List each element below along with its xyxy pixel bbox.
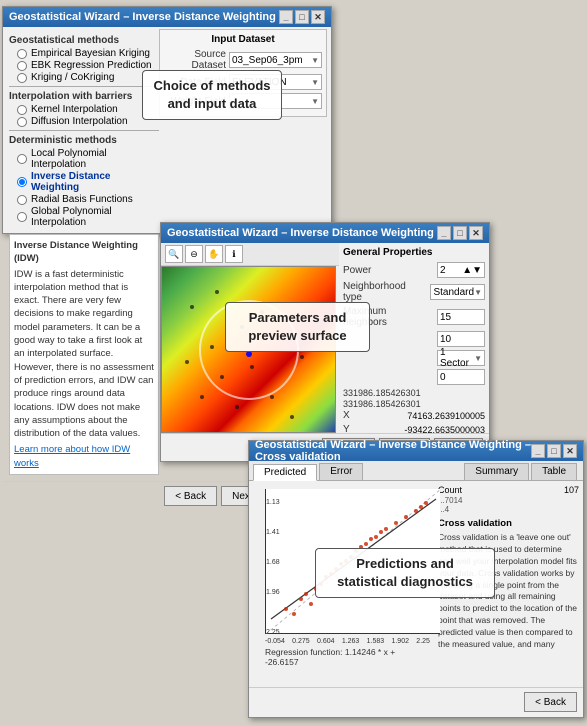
interpolation-barriers-label: Interpolation with barriers [9,91,159,102]
radio-kernel[interactable]: Kernel Interpolation [17,104,159,115]
field2-row: 0 [343,369,485,385]
power-row: Power 2 ▲▼ [343,262,485,278]
geostatistical-group: Empirical Bayesian Kriging EBK Regressio… [17,48,159,83]
count-value: 107 [564,485,579,495]
radio-ebk[interactable]: Empirical Bayesian Kriging [17,48,159,59]
tab-table[interactable]: Table [531,463,577,480]
sector-input[interactable]: 1 Sector ▼ [437,350,485,366]
win2-maximize[interactable]: □ [453,226,467,240]
radio-radial[interactable]: Radial Basis Functions [17,194,159,205]
x-label: X [343,410,403,421]
callout-params: Parameters and preview surface [225,302,370,352]
win1-close[interactable]: ✕ [311,10,325,24]
win2-minimize[interactable]: _ [437,226,451,240]
win3-title: Geostatistical Wizard – Inverse Distance… [255,439,531,463]
count-row: Count 107 [438,485,579,495]
win1-title: Geostatistical Wizard – Inverse Distance… [9,11,276,23]
radio-local-poly[interactable]: Local Polynomial Interpolation [17,148,159,170]
count-label: Count [438,485,462,495]
x-value: 74163.2639100005 [407,411,485,421]
neighborhood-dropdown-arrow: ▼ [474,288,482,297]
input-dataset-title: Input Dataset [164,34,322,45]
weight-field-dropdown-arrow: ▼ [311,97,319,106]
svg-text:1.68: 1.68 [266,559,280,566]
win1-minimize[interactable]: _ [279,10,293,24]
radio-kriging[interactable]: Kriging / CoKriging [17,72,159,83]
idw-desc-text: IDW is a fast deterministic interpolatio… [14,268,154,441]
power-input[interactable]: 2 ▲▼ [437,262,485,278]
field2-input[interactable]: 0 [437,369,485,385]
win1-buttons: _ □ ✕ [279,10,325,24]
data-field-dropdown-arrow: ▼ [311,78,319,87]
deterministic-label: Deterministic methods [9,135,159,146]
svg-text:1.41: 1.41 [266,529,280,536]
source-dataset-row: Source Dataset 03_Sep06_3pm ▼ [164,49,322,71]
win3-close[interactable]: ✕ [563,444,577,458]
deterministic-group: Local Polynomial Interpolation Inverse D… [17,148,159,228]
win1-maximize[interactable]: □ [295,10,309,24]
callout3-text: Predictions and statistical diagnostics [337,556,473,589]
neighborhood-label: Neighborhood type [343,281,426,303]
count-note: ...7014 ...4 [438,496,579,514]
source-dataset-dropdown-arrow: ▼ [311,56,319,65]
radio-diffusion[interactable]: Diffusion Interpolation [17,116,159,127]
win2-title: Geostatistical Wizard – Inverse Distance… [167,227,434,239]
props-title: General Properties [343,247,485,258]
interpolation-barriers-group: Kernel Interpolation Diffusion Interpola… [17,104,159,127]
neighborhood-row: Neighborhood type Standard ▼ [343,281,485,303]
cross-validation-title: Cross validation [438,518,579,529]
svg-text:1.96: 1.96 [266,589,280,596]
win3-buttons: _ □ ✕ [531,444,577,458]
tab-predicted[interactable]: Predicted [253,464,317,481]
svg-text:2.25: 2.25 [266,629,280,634]
win2-buttons: _ □ ✕ [437,226,483,240]
geostatistical-label: Geostatistical methods [9,35,159,46]
sector-dropdown-arrow: ▼ [474,354,482,363]
radio-global-poly[interactable]: Global Polynomial Interpolation [17,206,159,228]
win3-top-tabs: Predicted Error Summary Table [249,461,583,481]
svg-text:1.13: 1.13 [266,499,280,506]
win3-back-button[interactable]: < Back [524,692,577,712]
field1-input[interactable]: 10 [437,331,485,347]
y-label: Y [343,424,400,433]
coord2: 331986.185426301 [343,399,485,409]
y-value: -93422.6635000003 [404,425,485,434]
source-dataset-input[interactable]: 03_Sep06_3pm ▼ [229,52,322,68]
callout1-text: Choice of methods and input data [153,78,270,111]
idw-description: Inverse Distance Weighting (IDW) IDW is … [9,234,159,475]
sector-row: 1 Sector ▼ [343,350,485,366]
win3-footer: < Back [249,687,583,716]
neighborhood-input[interactable]: Standard ▼ [430,284,485,300]
callout2-text: Parameters and preview surface [248,310,346,343]
max-neighbors-input[interactable]: 15 [437,309,485,325]
x-row: X 74163.2639100005 [343,410,485,421]
win3-maximize[interactable]: □ [547,444,561,458]
callout-predictions: Predictions and statistical diagnostics [315,548,495,598]
win3-titlebar: Geostatistical Wizard – Inverse Distance… [249,441,583,461]
callout-methods: Choice of methods and input data [142,70,282,120]
idw-desc-title: Inverse Distance Weighting (IDW) [14,239,154,266]
tab-summary[interactable]: Summary [464,463,529,480]
coord1: 331986.185426301 [343,388,485,398]
radio-ebk-regression[interactable]: EBK Regression Prediction [17,60,159,71]
source-dataset-label: Source Dataset [164,49,226,71]
map-toolbar: 🔍 ⊖ ✋ ℹ [161,243,339,266]
win2-titlebar: Geostatistical Wizard – Inverse Distance… [161,223,489,243]
zoom-in-icon[interactable]: 🔍 [165,245,183,263]
win1-titlebar: Geostatistical Wizard – Inverse Distance… [3,7,331,27]
power-label: Power [343,265,433,276]
regression-text: Regression function: 1.14246 * x + -26.6… [265,647,430,667]
identify-icon[interactable]: ℹ [225,245,243,263]
radio-idw[interactable]: Inverse Distance Weighting [17,171,159,193]
y-row: Y -93422.6635000003 [343,424,485,433]
win3-minimize[interactable]: _ [531,444,545,458]
zoom-out-icon[interactable]: ⊖ [185,245,203,263]
x-ticks: -0.054 0.275 0.604 1.263 1.583 1.902 2.2… [265,638,430,645]
idw-learn-more-link[interactable]: Learn more about how IDW works [14,444,130,468]
win2-close[interactable]: ✕ [469,226,483,240]
pan-icon[interactable]: ✋ [205,245,223,263]
win1-back-button[interactable]: < Back [164,486,217,506]
tab-error[interactable]: Error [319,463,363,480]
